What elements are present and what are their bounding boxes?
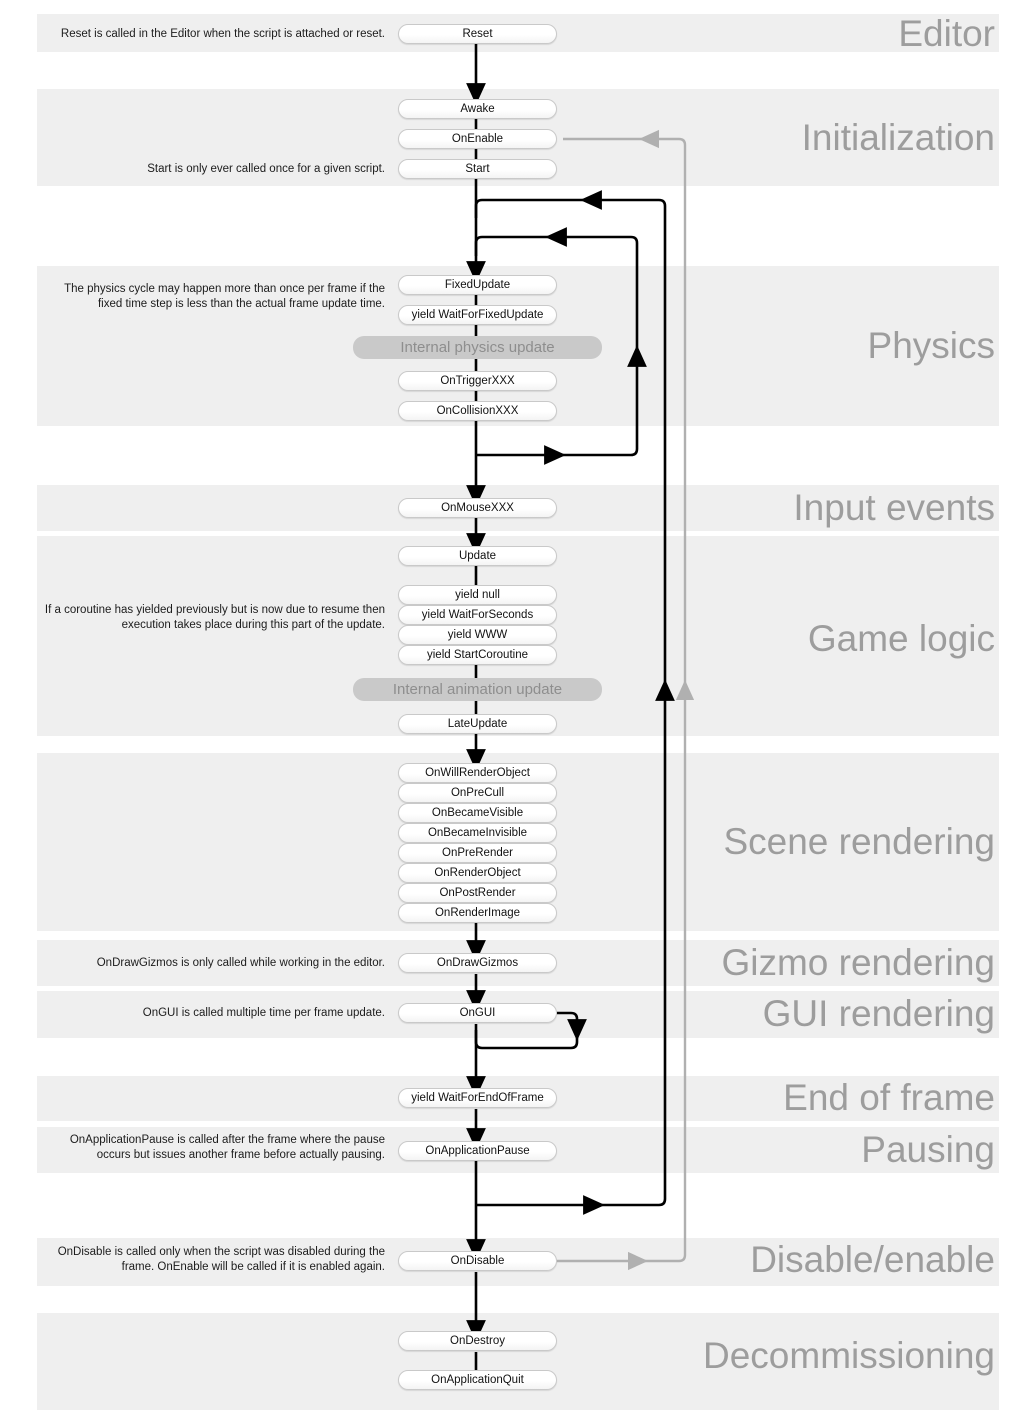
node-oncollisionxxx[interactable]: OnCollisionXXX	[398, 401, 557, 421]
node-label: OnBecameVisible	[431, 807, 524, 819]
section-label-decommissioning: Decommissioning	[703, 1335, 995, 1376]
note-reset: Reset is called in the Editor when the s…	[60, 28, 385, 40]
node-label: LateUpdate	[447, 718, 508, 730]
section-label-initialization: Initialization	[801, 117, 995, 158]
node-label: OnDrawGizmos	[436, 957, 519, 969]
node-onprecull[interactable]: OnPreCull	[398, 783, 557, 803]
node-reset[interactable]: Reset	[398, 24, 557, 44]
section-label-physics: Physics	[867, 325, 995, 366]
node-label: Start	[465, 163, 490, 175]
section-label-pausing: Pausing	[861, 1129, 995, 1170]
node-onapplicationquit[interactable]: OnApplicationQuit	[398, 1370, 557, 1390]
node-label: OnDisable	[450, 1255, 505, 1267]
node-yield-waitforseconds[interactable]: yield WaitForSeconds	[398, 605, 557, 625]
node-yield-startcoroutine[interactable]: yield StartCoroutine	[398, 645, 557, 665]
node-onpostrender[interactable]: OnPostRender	[398, 883, 557, 903]
note-onapplicationpause: OnApplicationPause is called after the f…	[69, 1134, 385, 1161]
node-awake[interactable]: Awake	[398, 99, 557, 119]
node-label: yield WWW	[447, 629, 508, 641]
node-onwillrenderobject[interactable]: OnWillRenderObject	[398, 763, 557, 783]
node-label: yield WaitForSeconds	[421, 609, 534, 621]
node-label: OnEnable	[451, 133, 504, 145]
node-ondisable[interactable]: OnDisable	[398, 1251, 557, 1271]
node-label: OnRenderImage	[434, 907, 521, 919]
section-label-gui-rendering: GUI rendering	[762, 993, 995, 1034]
section-label-disable-enable: Disable/enable	[750, 1239, 995, 1280]
node-label: yield null	[455, 589, 500, 601]
node-ondrawgizmos[interactable]: OnDrawGizmos	[398, 953, 557, 973]
section-label-end-of-frame: End of frame	[783, 1077, 995, 1118]
node-update[interactable]: Update	[398, 546, 557, 566]
section-label-input-events: Input events	[793, 487, 995, 528]
node-onbecamevisible[interactable]: OnBecameVisible	[398, 803, 557, 823]
node-label: OnMouseXXX	[441, 502, 514, 514]
node-label: yield WaitForFixedUpdate	[411, 309, 544, 321]
note-ongui: OnGUI is called multiple time per frame …	[142, 1007, 385, 1019]
section-label-scene-rendering: Scene rendering	[723, 821, 995, 862]
node-label: OnBecameInvisible	[427, 827, 528, 839]
note-ondrawgizmos: OnDrawGizmos is only called while workin…	[96, 957, 385, 969]
node-label: yield StartCoroutine	[427, 649, 528, 661]
node-internal-animation-update: Internal animation update	[353, 678, 602, 701]
section-label-game-logic: Game logic	[807, 618, 995, 659]
node-onbecameinvisible[interactable]: OnBecameInvisible	[398, 823, 557, 843]
node-label: OnCollisionXXX	[436, 405, 519, 417]
node-label: Awake	[460, 103, 495, 115]
node-internal-physics-update: Internal physics update	[353, 336, 602, 359]
node-onmousexxx[interactable]: OnMouseXXX	[398, 498, 557, 518]
node-label: OnTriggerXXX	[440, 375, 515, 387]
section-label-editor: Editor	[898, 13, 995, 54]
node-yield-waitforfixedupdate[interactable]: yield WaitForFixedUpdate	[398, 305, 557, 325]
node-label: FixedUpdate	[444, 279, 511, 291]
node-start[interactable]: Start	[398, 159, 557, 179]
node-ongui[interactable]: OnGUI	[398, 1003, 557, 1023]
node-label: OnApplicationPause	[425, 1145, 530, 1157]
node-fixedupdate[interactable]: FixedUpdate	[398, 275, 557, 295]
node-ontriggerxxx[interactable]: OnTriggerXXX	[398, 371, 557, 391]
node-label: OnApplicationQuit	[431, 1374, 524, 1386]
node-label: Internal animation update	[392, 681, 563, 698]
node-label: Update	[458, 550, 497, 562]
node-yield-www[interactable]: yield WWW	[398, 625, 557, 645]
note-physics: The physics cycle may happen more than o…	[64, 283, 385, 310]
node-label: OnPreRender	[442, 847, 513, 859]
note-start: Start is only ever called once for a giv…	[147, 163, 385, 175]
node-label: Internal physics update	[400, 339, 555, 356]
node-onprerender[interactable]: OnPreRender	[398, 843, 557, 863]
node-label: OnPostRender	[439, 887, 516, 899]
node-yield-null[interactable]: yield null	[398, 585, 557, 605]
lifecycle-diagram: Editor Initialization Physics Input even…	[0, 0, 1020, 1425]
node-yield-waitforendofframe[interactable]: yield WaitForEndOfFrame	[398, 1088, 557, 1108]
node-label: OnWillRenderObject	[425, 767, 530, 779]
note-ondisable: OnDisable is called only when the script…	[57, 1246, 385, 1273]
node-label: OnGUI	[459, 1007, 496, 1019]
node-lateupdate[interactable]: LateUpdate	[398, 714, 557, 734]
node-label: yield WaitForEndOfFrame	[411, 1092, 544, 1104]
node-onrenderimage[interactable]: OnRenderImage	[398, 903, 557, 923]
note-coroutine: If a coroutine has yielded previously bu…	[44, 604, 385, 631]
node-label: OnPreCull	[450, 787, 505, 799]
node-label: OnDestroy	[450, 1335, 505, 1347]
node-onrenderobject[interactable]: OnRenderObject	[398, 863, 557, 883]
node-ondestroy[interactable]: OnDestroy	[398, 1331, 557, 1351]
node-onenable[interactable]: OnEnable	[398, 129, 557, 149]
node-onapplicationpause[interactable]: OnApplicationPause	[398, 1141, 557, 1161]
node-label: Reset	[462, 28, 493, 40]
node-label: OnRenderObject	[434, 867, 521, 879]
section-label-gizmo-rendering: Gizmo rendering	[721, 942, 995, 983]
